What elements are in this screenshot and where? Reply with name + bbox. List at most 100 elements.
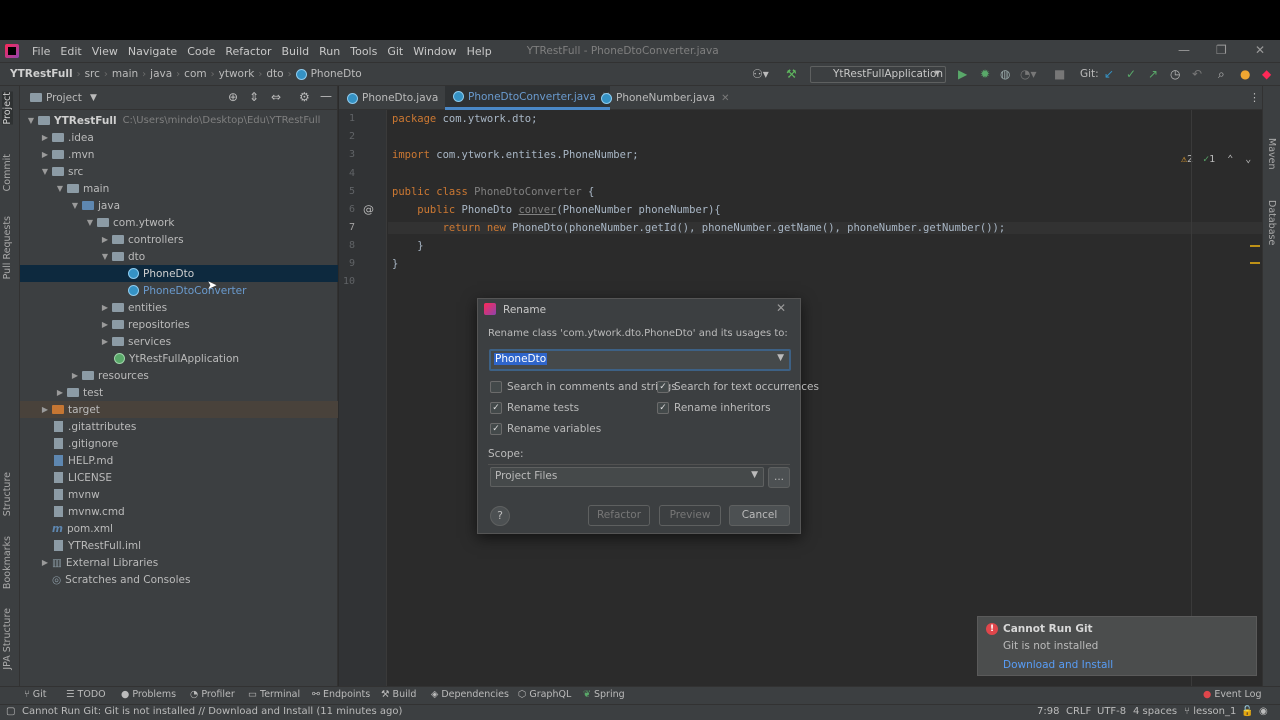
tool-structure-tab[interactable]: Structure [2, 472, 13, 516]
user-icon[interactable]: ⚇▾ [752, 68, 769, 80]
tree-item[interactable]: HELP.md [20, 452, 338, 469]
plugin-icon[interactable]: ◆ [1262, 68, 1271, 80]
option-label[interactable]: Search for text occurrences [674, 381, 819, 393]
tab-phonenumber[interactable]: PhoneNumber.java ✕ [593, 86, 729, 110]
tool-git[interactable]: ⑂ Git [24, 689, 46, 700]
git-commit-icon[interactable]: ✓ [1126, 68, 1136, 80]
menu-code[interactable]: Code [182, 45, 220, 58]
menu-tools[interactable]: Tools [345, 45, 382, 58]
tree-item[interactable]: LICENSE [20, 469, 338, 486]
tool-maven-tab[interactable]: Maven [1266, 138, 1277, 170]
breadcrumb-java[interactable]: java [146, 68, 176, 80]
chevron-down-icon[interactable]: ▼ [777, 353, 784, 363]
restore-icon[interactable]: ❐ [1216, 43, 1227, 57]
checkbox-search-comments[interactable] [490, 381, 502, 393]
more-icon[interactable]: ⋮ [1249, 91, 1260, 104]
expand-all-icon[interactable]: ⇕ [249, 90, 259, 104]
file-encoding[interactable]: UTF-8 [1097, 706, 1126, 717]
search-icon[interactable]: ⌕ [1218, 68, 1225, 80]
checkbox-rename-variables[interactable]: ✓ [490, 423, 502, 435]
tree-item-selected[interactable]: PhoneDto [20, 265, 338, 282]
tree-item[interactable]: .gitignore [20, 435, 338, 452]
hammer-icon[interactable]: ⚒ [786, 68, 797, 80]
scope-browse-button[interactable]: ... [768, 467, 790, 488]
warning-stripe[interactable] [1250, 262, 1260, 264]
tree-item[interactable]: PhoneDtoConverter [20, 282, 338, 299]
option-label[interactable]: Rename variables [507, 423, 601, 435]
lock-icon[interactable]: 🔓 [1241, 706, 1253, 717]
cancel-button[interactable]: Cancel [729, 505, 790, 526]
menu-git[interactable]: Git [382, 45, 408, 58]
git-update-icon[interactable]: ↙ [1104, 68, 1114, 80]
chevron-down-icon[interactable]: ▼ [24, 116, 38, 125]
menu-file[interactable]: File [27, 45, 55, 58]
tree-item[interactable]: mvnw [20, 486, 338, 503]
chevron-up-icon[interactable]: ⌃ [1227, 154, 1233, 165]
history-icon[interactable]: ◷ [1170, 68, 1180, 80]
preview-button[interactable]: Preview [659, 505, 721, 526]
tool-jpa-structure-tab[interactable]: JPA Structure [2, 608, 13, 670]
project-view-selector[interactable]: Project [46, 92, 82, 104]
chevron-down-icon[interactable]: ⌄ [1245, 154, 1251, 165]
chevron-down-icon[interactable]: ▼ [90, 93, 97, 103]
tree-item[interactable]: ▼ main [20, 180, 338, 197]
tool-todo[interactable]: ☰ TODO [66, 689, 106, 700]
git-push-icon[interactable]: ↗ [1148, 68, 1158, 80]
tool-build[interactable]: ⚒ Build [381, 689, 416, 700]
breadcrumb-src[interactable]: src [81, 68, 104, 80]
tree-item[interactable]: ▶ ▥ External Libraries [20, 554, 338, 571]
tool-dependencies[interactable]: ◈ Dependencies [431, 689, 509, 700]
locate-icon[interactable]: ⊕ [228, 90, 238, 104]
profile-icon[interactable]: ◔▾ [1020, 68, 1037, 80]
git-branch[interactable]: ⑂ lesson_1 [1184, 706, 1236, 717]
breadcrumb-project[interactable]: YTRestFull [0, 68, 77, 80]
tool-event-log[interactable]: ● Event Log [1203, 689, 1262, 700]
tool-spring[interactable]: ❦ Spring [583, 689, 625, 700]
tree-item[interactable]: .gitattributes [20, 418, 338, 435]
tool-endpoints[interactable]: ⚯ Endpoints [312, 689, 370, 700]
tree-root[interactable]: ▼ YTRestFull C:\Users\mindo\Desktop\Edu\… [20, 112, 338, 129]
close-icon[interactable]: ✕ [721, 93, 729, 104]
menu-view[interactable]: View [87, 45, 123, 58]
run-icon[interactable]: ▶ [958, 68, 967, 80]
tree-item[interactable]: m pom.xml [20, 520, 338, 537]
checkbox-rename-inheritors[interactable]: ✓ [657, 402, 669, 414]
new-name-input[interactable]: PhoneDto [494, 353, 548, 365]
tree-item[interactable]: mvnw.cmd [20, 503, 338, 520]
menu-build[interactable]: Build [277, 45, 315, 58]
tree-item[interactable]: ▶ .mvn [20, 146, 338, 163]
warning-stripe[interactable] [1250, 245, 1260, 247]
menu-navigate[interactable]: Navigate [123, 45, 182, 58]
chevron-down-icon[interactable]: ▼ [751, 470, 758, 480]
tree-item[interactable]: ▶ repositories [20, 316, 338, 333]
menu-help[interactable]: Help [462, 45, 497, 58]
download-install-link[interactable]: Download and Install [1003, 659, 1113, 671]
tree-item[interactable]: ▶ services [20, 333, 338, 350]
stop-icon[interactable]: ■ [1054, 68, 1065, 80]
tree-item[interactable]: ▶ test [20, 384, 338, 401]
tree-item[interactable]: ▶ entities [20, 299, 338, 316]
menu-refactor[interactable]: Refactor [220, 45, 276, 58]
tree-item[interactable]: ▼ dto [20, 248, 338, 265]
breadcrumb-com[interactable]: com [180, 68, 210, 80]
tab-phonedto[interactable]: PhoneDto.java✕ [339, 86, 453, 110]
memory-icon[interactable]: ◉ [1259, 706, 1268, 717]
refactor-button[interactable]: Refactor [588, 505, 650, 526]
tree-item[interactable]: ▶ resources [20, 367, 338, 384]
hide-icon[interactable]: — [320, 89, 332, 103]
tool-profiler[interactable]: ◔ Profiler [190, 689, 235, 700]
collapse-all-icon[interactable]: ⇔ [271, 90, 281, 104]
tool-problems[interactable]: ● Problems [121, 689, 176, 700]
tree-item[interactable]: ◎ Scratches and Consoles [20, 571, 338, 588]
menu-run[interactable]: Run [314, 45, 345, 58]
breadcrumb-dto[interactable]: dto [262, 68, 287, 80]
tool-bookmarks-tab[interactable]: Bookmarks [2, 536, 13, 589]
tool-terminal[interactable]: ▭ Terminal [248, 689, 300, 700]
breadcrumb-ytwork[interactable]: ytwork [215, 68, 259, 80]
gear-icon[interactable]: ⚙ [299, 90, 310, 104]
minimize-icon[interactable]: — [1178, 43, 1190, 57]
tool-commit-tab[interactable]: Commit [2, 154, 13, 191]
menu-window[interactable]: Window [408, 45, 461, 58]
rollback-icon[interactable]: ↶ [1192, 68, 1202, 80]
close-icon[interactable]: ✕ [1255, 43, 1265, 57]
